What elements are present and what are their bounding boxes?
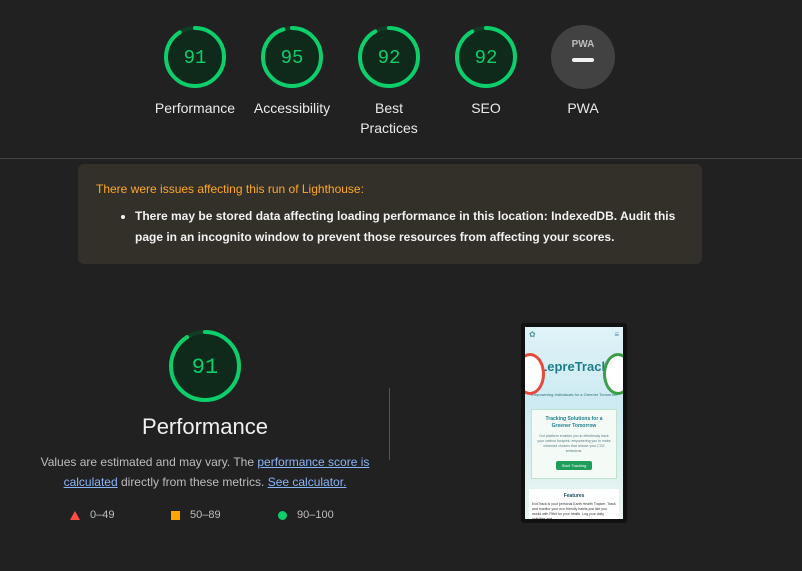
screenshot-card-title: Tracking Solutions for a Greener Tomorro… bbox=[545, 416, 603, 429]
screenshot-features-text: EcoTrack is your personal Earth Health T… bbox=[532, 502, 616, 519]
screenshot-card-text: Our platform enables you to effortlessly… bbox=[537, 434, 611, 453]
pwa-label: PWA bbox=[567, 100, 599, 116]
screenshot-menu-icon: ≡ bbox=[614, 329, 619, 339]
screenshot-logo-icon: ✿ bbox=[529, 329, 536, 339]
best-practices-label-line2: Practices bbox=[360, 120, 418, 136]
accessibility-label: Accessibility bbox=[253, 100, 331, 116]
screenshot-screen: ✿ ≡ LepreTrack Empowering Individuals fo… bbox=[525, 327, 623, 519]
gauge-accessibility[interactable]: 95 Accessibility bbox=[242, 24, 342, 118]
performance-description: Values are estimated and may vary. The p… bbox=[40, 452, 370, 492]
legend-fail-label: 0–49 bbox=[90, 509, 115, 521]
accessibility-score-ring: 95 bbox=[261, 26, 323, 88]
gauge-pwa[interactable]: PWA PWA bbox=[533, 24, 633, 118]
pwa-badge-text: PWA bbox=[572, 39, 595, 50]
screenshot-features: Features EcoTrack is your personal Earth… bbox=[529, 489, 619, 519]
final-screenshot-thumbnail[interactable]: ✿ ≡ LepreTrack Empowering Individuals fo… bbox=[521, 323, 627, 523]
score-gauges: 91 Performance 95 Accessibility 92 Best … bbox=[0, 0, 802, 158]
run-warning-box: There were issues affecting this run of … bbox=[78, 164, 702, 264]
warning-title: There were issues affecting this run of … bbox=[96, 182, 364, 196]
performance-heading: Performance bbox=[142, 414, 268, 439]
legend-pass: 90–100 bbox=[278, 509, 334, 521]
best-practices-score-value: 92 bbox=[378, 47, 401, 69]
header-divider bbox=[0, 158, 802, 159]
desc-prefix: Values are estimated and may vary. The bbox=[40, 455, 258, 469]
pwa-dash-icon bbox=[572, 58, 594, 62]
average-square-icon bbox=[171, 510, 180, 520]
legend-fail: 0–49 bbox=[70, 509, 114, 521]
screenshot-card: Tracking Solutions for a Greener Tomorro… bbox=[531, 409, 617, 479]
performance-summary: 91 Performance Values are estimated and … bbox=[40, 328, 370, 492]
performance-score-ring: 91 bbox=[164, 26, 226, 88]
gauge-best-practices[interactable]: 92 Best Practices bbox=[339, 24, 439, 138]
seo-score-ring: 92 bbox=[455, 26, 517, 88]
best-practices-label: Best Practices bbox=[339, 98, 439, 138]
see-calculator-link[interactable]: See calculator. bbox=[268, 475, 347, 489]
performance-label: Performance bbox=[154, 100, 236, 116]
best-practices-label-line1: Best bbox=[374, 100, 403, 116]
best-practices-score-ring: 92 bbox=[358, 26, 420, 88]
screenshot-right-badge bbox=[603, 353, 623, 395]
fail-triangle-icon bbox=[70, 510, 80, 520]
performance-large-score-value: 91 bbox=[192, 355, 218, 380]
warning-list: There may be stored data affecting loadi… bbox=[96, 206, 684, 248]
accessibility-score-value: 95 bbox=[281, 47, 304, 69]
performance-large-score-ring: 91 bbox=[169, 330, 241, 402]
seo-score-value: 92 bbox=[475, 47, 498, 69]
gauge-seo[interactable]: 92 SEO bbox=[436, 24, 536, 118]
seo-label: SEO bbox=[471, 100, 501, 116]
screenshot-topbar: ✿ ≡ bbox=[525, 327, 623, 341]
section-vertical-divider bbox=[389, 388, 390, 460]
desc-middle: directly from these metrics. bbox=[117, 475, 268, 489]
screenshot-features-title: Features bbox=[563, 493, 585, 499]
screenshot-tagline: Empowering Individuals for a Greener Tom… bbox=[531, 392, 617, 397]
pwa-badge-icon: PWA bbox=[551, 25, 615, 89]
screenshot-start-button: Start Tracking bbox=[555, 461, 593, 470]
legend-average-label: 50–89 bbox=[190, 509, 221, 521]
gauge-performance[interactable]: 91 Performance bbox=[145, 24, 245, 118]
legend-pass-label: 90–100 bbox=[297, 509, 334, 521]
warning-item: There may be stored data affecting loadi… bbox=[135, 206, 684, 248]
performance-score-value: 91 bbox=[184, 47, 207, 69]
pass-circle-icon bbox=[278, 510, 287, 520]
legend-average: 50–89 bbox=[171, 509, 221, 521]
